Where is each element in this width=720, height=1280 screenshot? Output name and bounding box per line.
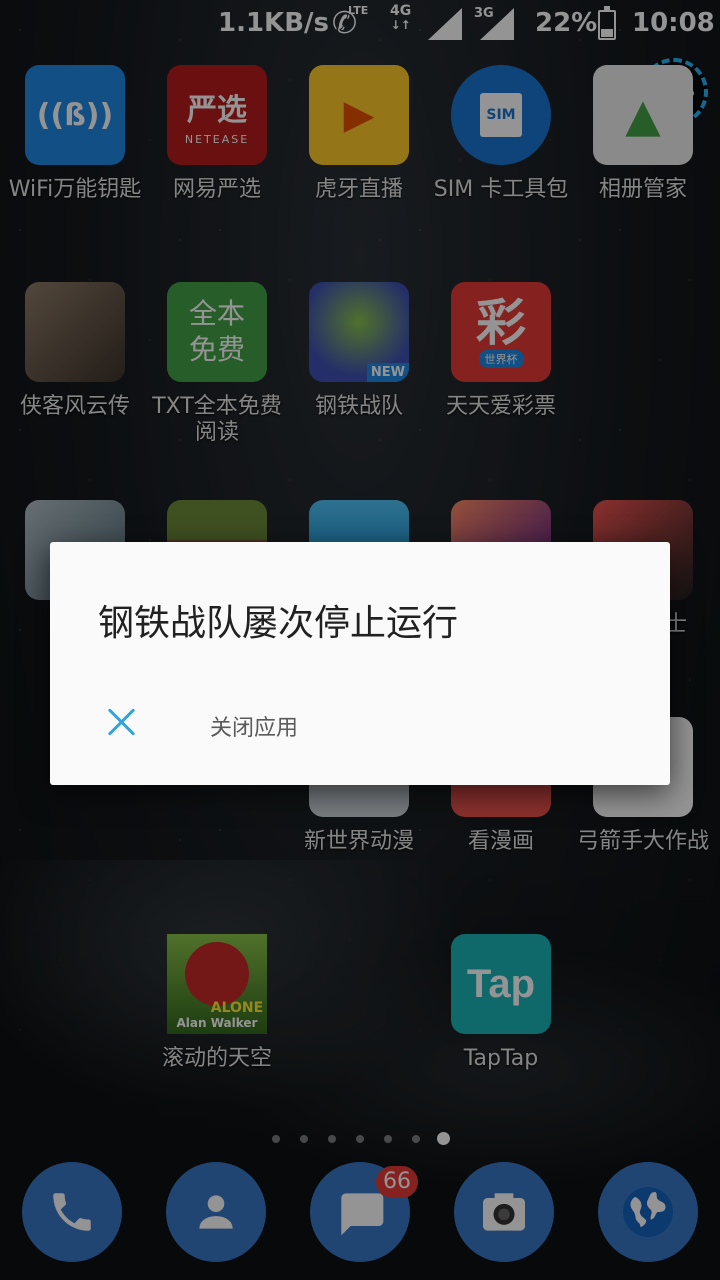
dialog-title: 钢铁战队屡次停止运行 — [98, 603, 459, 644]
close-icon — [102, 702, 142, 742]
close-app-label: 关闭应用 — [210, 716, 299, 741]
app-crash-dialog: 钢铁战队屡次停止运行 关闭应用 — [50, 542, 670, 785]
